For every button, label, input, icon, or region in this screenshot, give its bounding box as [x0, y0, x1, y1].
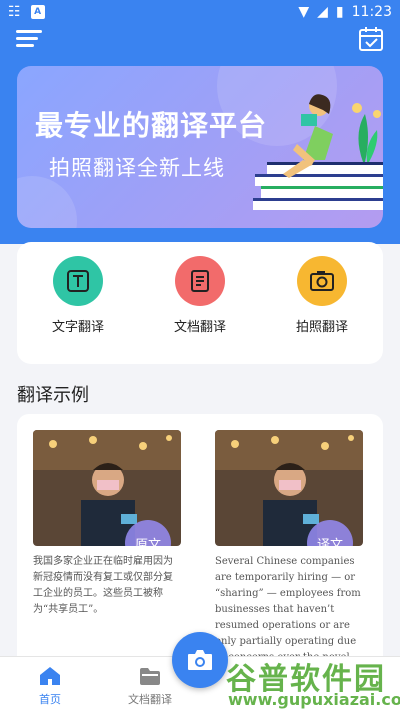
promo-banner[interactable]: 最专业的翻译平台 拍照翻译全新上线: [17, 66, 383, 228]
nav-home-label: 首页: [39, 693, 61, 706]
example-translation[interactable]: 译文 Several Chinese companies are tempora…: [215, 430, 363, 664]
document-translate-button[interactable]: 文档翻译: [150, 256, 250, 364]
camera-icon: [297, 256, 347, 306]
example-photo: 译文: [215, 430, 363, 546]
nav-home[interactable]: 首页: [0, 657, 100, 712]
app-notification-icon: A: [30, 5, 45, 19]
original-text: 我国多家企业正在临时雇用因为新冠疫情而没有复工或仅部分复工企业的员工。这些员工被…: [33, 556, 173, 615]
home-icon: [40, 667, 60, 685]
reading-girl-illustration: [253, 94, 383, 210]
examples-section-title: 翻译示例: [17, 385, 89, 406]
example-original[interactable]: 原文 我国多家企业正在临时雇用因为新冠疫情而没有复工或仅部分复工企业的员工。这些…: [33, 430, 181, 618]
wifi-icon: ▼: [298, 4, 310, 20]
banner-subtitle: 拍照翻译全新上线: [49, 156, 225, 180]
clock: 11:23: [351, 4, 392, 20]
text-translate-button[interactable]: 文字翻译: [28, 256, 128, 364]
status-bar: ☷ A ▼ ◢ ▮ 11:23: [0, 0, 400, 24]
signal-icon: ◢: [317, 4, 328, 20]
text-translate-label: 文字翻译: [51, 320, 104, 335]
camera-icon: [188, 650, 212, 670]
text-icon: [53, 256, 103, 306]
translation-text: Several Chinese companies are temporaril…: [215, 556, 361, 663]
watermark-logo: 谷普软件园 www.gupuxiazai.com: [218, 654, 400, 712]
banner-title: 最专业的翻译平台: [35, 109, 268, 142]
folder-icon: [140, 668, 160, 685]
battery-icon: ▮: [335, 4, 344, 20]
examples-card: 原文 我国多家企业正在临时雇用因为新冠疫情而没有复工或仅部分复工企业的员工。这些…: [17, 414, 383, 664]
function-card: 文字翻译 文档翻译 拍照翻译: [17, 242, 383, 364]
photo-translate-label: 拍照翻译: [295, 320, 348, 335]
nav-document-label: 文档翻译: [128, 693, 172, 706]
watermark-url: www.gupuxiazai.com: [228, 690, 400, 709]
document-translate-label: 文档翻译: [173, 320, 226, 335]
calendar-check-icon[interactable]: [358, 26, 384, 52]
example-photo: 原文: [33, 430, 181, 546]
menu-icon[interactable]: [16, 30, 42, 50]
document-icon: [175, 256, 225, 306]
notification-icon: ☷: [8, 4, 21, 20]
photo-translate-button[interactable]: 拍照翻译: [272, 256, 372, 364]
